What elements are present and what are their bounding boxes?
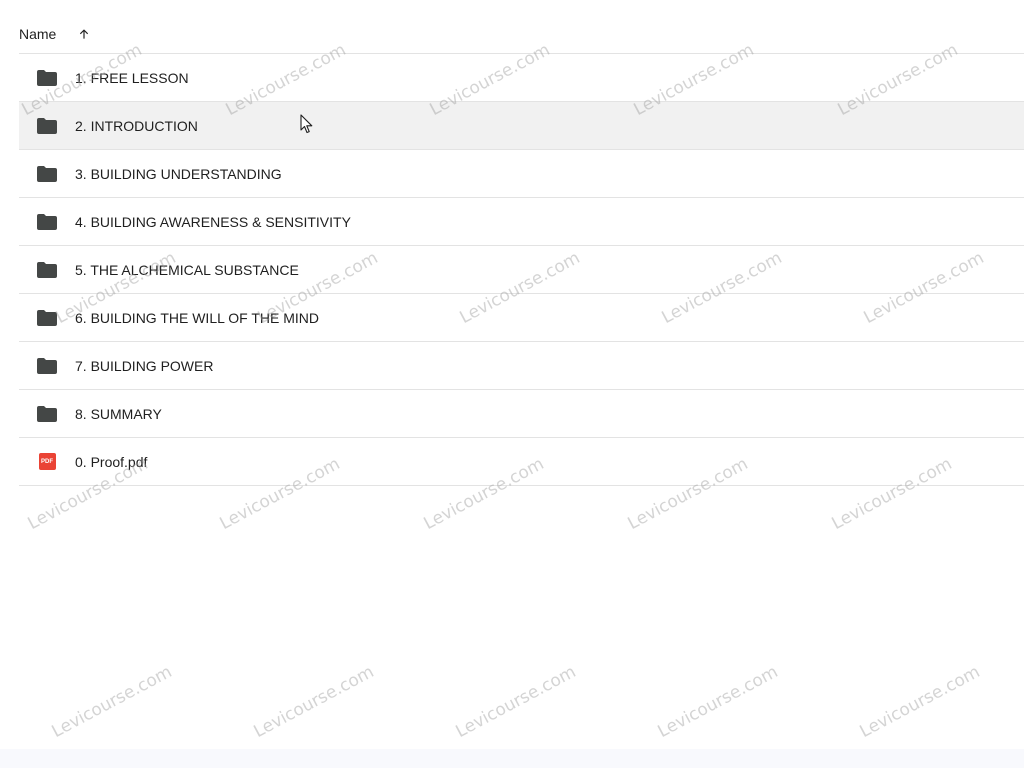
name-column-header[interactable]: Name [19,20,56,48]
file-name: 4. BUILDING AWARENESS & SENSITIVITY [75,213,351,230]
list-item[interactable]: 6. BUILDING THE WILL OF THE MIND [19,294,1024,342]
file-name: 8. SUMMARY [75,405,162,422]
folder-icon [37,68,57,88]
arrow-up-icon[interactable] [76,20,92,48]
watermark: Levicourse.com [250,661,378,742]
list-item[interactable]: 2. INTRODUCTION [19,102,1024,150]
watermark: Levicourse.com [654,661,782,742]
list-item[interactable]: PDF 0. Proof.pdf [19,438,1024,486]
file-browser: Name 1. FREE LESSON 2. INTRODUCTION 3. B… [0,0,1024,768]
pdf-badge: PDF [38,453,56,470]
file-name: 3. BUILDING UNDERSTANDING [75,165,282,182]
list-header: Name [19,20,1024,54]
file-name: 0. Proof.pdf [75,453,148,470]
list-item[interactable]: 1. FREE LESSON [19,54,1024,102]
list-item[interactable]: 5. THE ALCHEMICAL SUBSTANCE [19,246,1024,294]
folder-icon [37,260,57,280]
watermark: Levicourse.com [856,661,984,742]
list-item[interactable]: 3. BUILDING UNDERSTANDING [19,150,1024,198]
watermark: Levicourse.com [48,661,176,742]
list-item[interactable]: 4. BUILDING AWARENESS & SENSITIVITY [19,198,1024,246]
file-name: 7. BUILDING POWER [75,357,214,374]
list-item[interactable]: 8. SUMMARY [19,390,1024,438]
folder-icon [37,404,57,424]
folder-icon [37,308,57,328]
file-name: 5. THE ALCHEMICAL SUBSTANCE [75,261,299,278]
bottom-strip [0,749,1024,768]
list-item[interactable]: 7. BUILDING POWER [19,342,1024,390]
pdf-icon: PDF [37,452,57,472]
watermark: Levicourse.com [452,661,580,742]
folder-icon [37,212,57,232]
folder-icon [37,116,57,136]
folder-icon [37,164,57,184]
file-name: 2. INTRODUCTION [75,117,198,134]
folder-icon [37,356,57,376]
file-list: 1. FREE LESSON 2. INTRODUCTION 3. BUILDI… [19,54,1024,486]
file-name: 1. FREE LESSON [75,69,189,86]
file-name: 6. BUILDING THE WILL OF THE MIND [75,309,320,326]
